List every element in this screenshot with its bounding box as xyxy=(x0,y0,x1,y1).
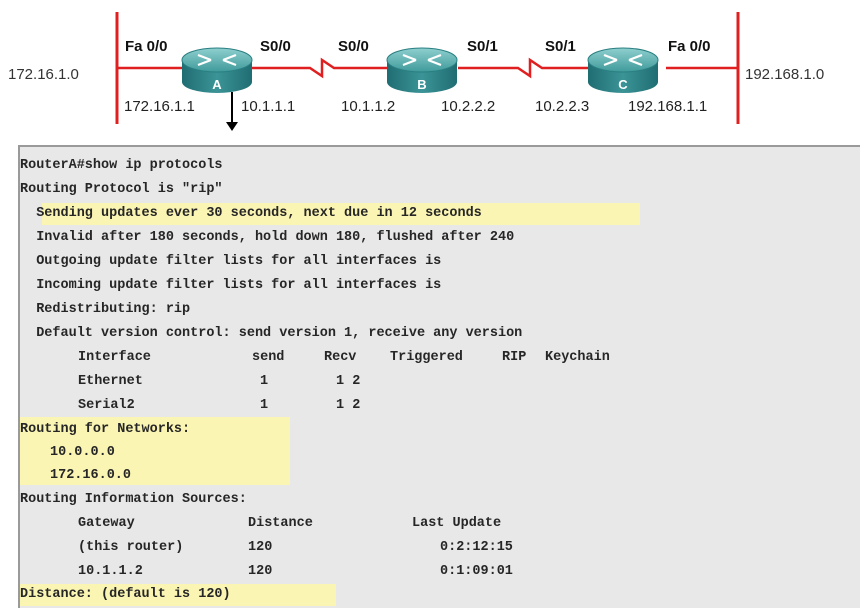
interface-recv: 1 2 xyxy=(336,374,361,389)
col-keychain: Keychain xyxy=(545,350,610,365)
table-row: Serial2 1 1 2 xyxy=(20,395,840,417)
router-a-serial-interface: S0/0 xyxy=(260,38,291,55)
default-version-line: Default version control: send version 1,… xyxy=(20,326,523,341)
invalid-timers-line: Invalid after 180 seconds, hold down 180… xyxy=(20,230,515,245)
source-last-update: 0:2:12:15 xyxy=(440,540,513,555)
source-gateway: 10.1.1.2 xyxy=(78,564,143,579)
incoming-filter-line: Incoming update filter lists for all int… xyxy=(20,278,442,293)
interface-name: Serial2 xyxy=(78,398,135,413)
interface-name: Ethernet xyxy=(78,374,143,389)
router-c-fa-interface: Fa 0/0 xyxy=(668,38,711,55)
router-a-fa-interface: Fa 0/0 xyxy=(125,38,168,55)
col-rip: RIP xyxy=(502,350,527,365)
interface-recv: 1 2 xyxy=(336,398,361,413)
router-c-serial-interface: S0/1 xyxy=(545,38,576,55)
interface-send: 1 xyxy=(260,374,269,389)
router-b-label: B xyxy=(417,77,426,92)
router-c-label: C xyxy=(618,77,628,92)
table-row: (this router) 120 0:2:12:15 xyxy=(20,537,840,559)
col-gateway: Gateway xyxy=(78,516,135,531)
terminal-output: RouterA#show ip protocols Routing Protoc… xyxy=(18,145,860,608)
network-topology: A B C xyxy=(115,12,740,131)
routing-protocol-line: Routing Protocol is "rip" xyxy=(20,182,223,197)
source-distance: 120 xyxy=(248,540,273,555)
router-c-serial-address: 10.2.2.3 xyxy=(535,98,590,115)
router-b-serial-left-interface: S0/0 xyxy=(338,38,369,55)
distance-line: Distance: (default is 120) xyxy=(20,587,231,602)
table-row: 10.1.1.2 120 0:1:09:01 xyxy=(20,561,840,583)
source-distance: 120 xyxy=(248,564,273,579)
routing-for-networks-heading: Routing for Networks: xyxy=(20,422,191,437)
router-b-right-address: 10.2.2.2 xyxy=(441,98,496,115)
interface-table-header: Interface send Recv Triggered RIP Keycha… xyxy=(20,347,840,369)
source-gateway: (this router) xyxy=(78,540,184,555)
router-c-fa-address: 192.168.1.1 xyxy=(628,98,708,115)
serial-link-bc xyxy=(458,57,588,79)
command-prompt: RouterA#show ip protocols xyxy=(20,158,223,173)
redistributing-line: Redistributing: rip xyxy=(20,302,191,317)
col-last-update: Last Update xyxy=(412,516,502,531)
network-right-label: 192.168.1.0 xyxy=(745,66,825,83)
router-b-serial-right-interface: S0/1 xyxy=(467,38,498,55)
sources-table-header: Gateway Distance Last Update xyxy=(20,513,840,535)
router-a-label: A xyxy=(212,77,222,92)
router-a-fa-address: 172.16.1.1 xyxy=(124,98,195,115)
sending-updates-line: Sending updates ever 30 seconds, next du… xyxy=(20,206,482,221)
col-recv: Recv xyxy=(324,350,357,365)
outgoing-filter-line: Outgoing update filter lists for all int… xyxy=(20,254,442,269)
col-triggered: Triggered xyxy=(390,350,463,365)
arrow-head-icon xyxy=(226,122,238,131)
network-left-label: 172.16.1.0 xyxy=(8,66,79,83)
col-distance: Distance xyxy=(248,516,313,531)
info-sources-heading: Routing Information Sources: xyxy=(20,492,247,507)
col-send: send xyxy=(252,350,285,365)
network-entry: 172.16.0.0 xyxy=(50,468,132,483)
source-last-update: 0:1:09:01 xyxy=(440,564,513,579)
table-row: Ethernet 1 1 2 xyxy=(20,371,840,393)
router-b-left-address: 10.1.1.2 xyxy=(341,98,396,115)
col-interface: Interface xyxy=(78,350,151,365)
network-entry: 10.0.0.0 xyxy=(50,445,115,460)
serial-link-ab xyxy=(252,57,387,79)
interface-send: 1 xyxy=(260,398,269,413)
router-a-serial-address: 10.1.1.1 xyxy=(241,98,296,115)
